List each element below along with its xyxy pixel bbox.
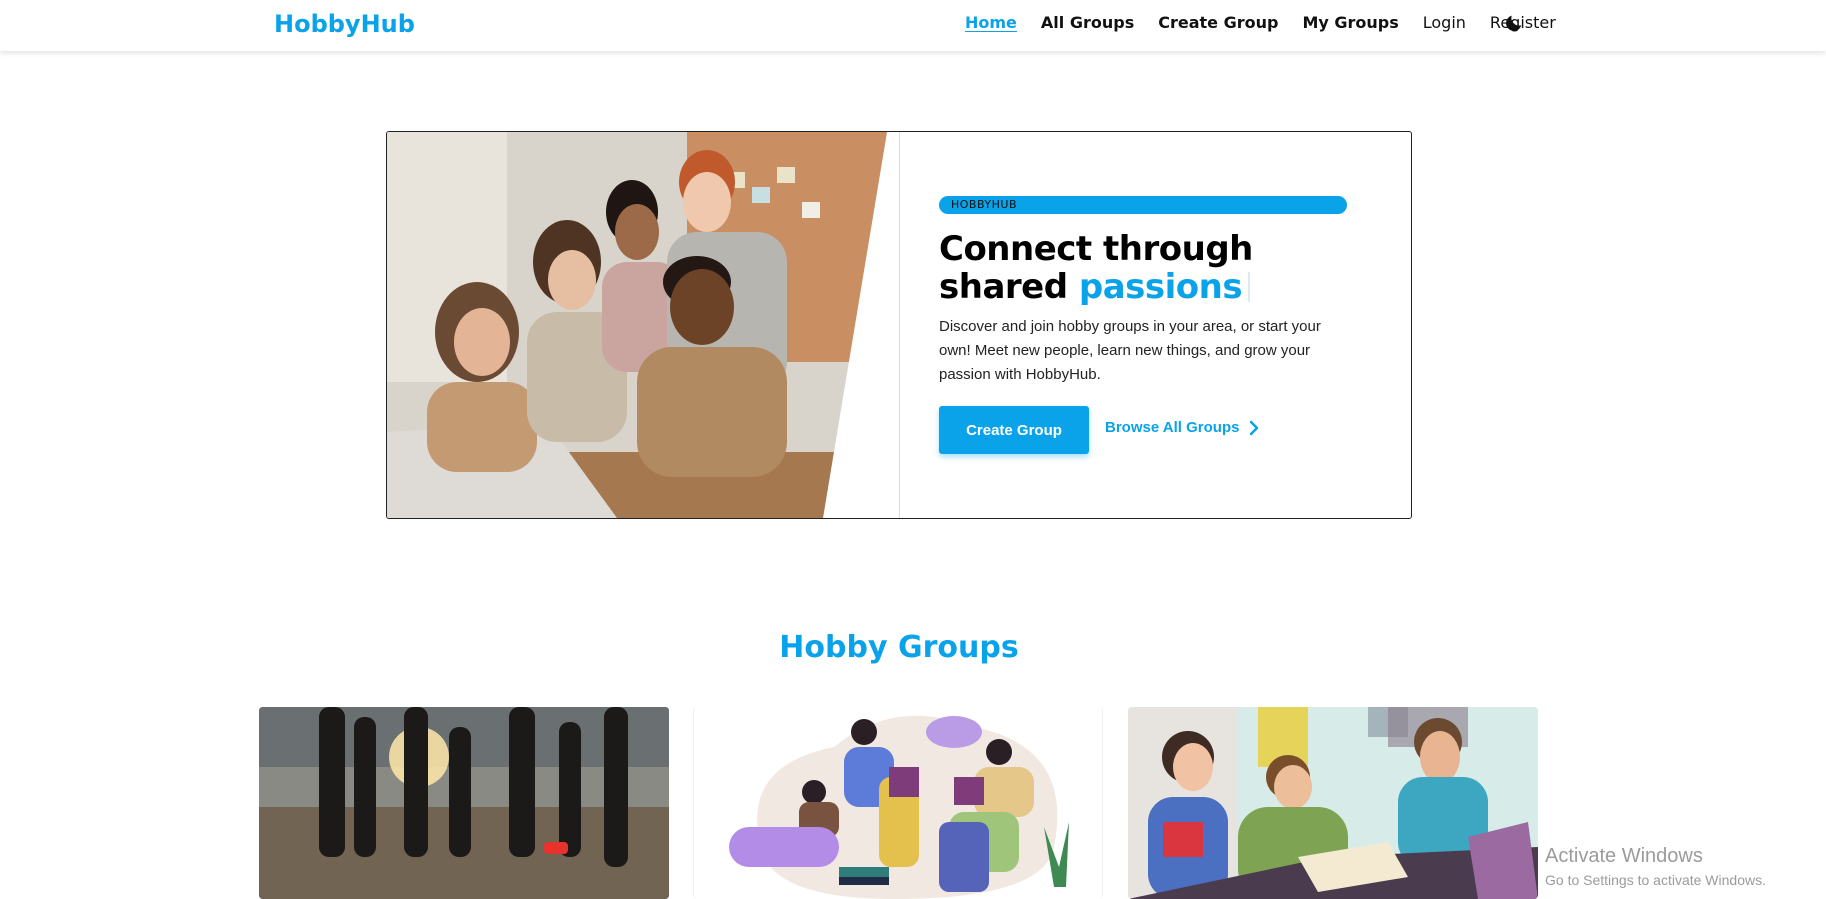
group-card[interactable] [1128, 707, 1538, 899]
nav-home[interactable]: Home [965, 13, 1017, 32]
nav-all-groups[interactable]: All Groups [1041, 13, 1134, 32]
nav-create-group[interactable]: Create Group [1158, 13, 1278, 32]
navbar: HobbyHub Home All Groups Create Group My… [0, 0, 1826, 51]
moon-icon[interactable] [1503, 12, 1525, 34]
browse-all-groups-link[interactable]: Browse All Groups [1105, 419, 1259, 436]
main-nav: Home All Groups Create Group My Groups L… [965, 13, 1580, 32]
hero-description: Discover and join hobby groups in your a… [939, 318, 1321, 383]
brand-logo[interactable]: HobbyHub [274, 10, 415, 38]
nav-my-groups[interactable]: My Groups [1302, 13, 1398, 32]
headline-line1: Connect through [939, 229, 1253, 269]
book-club-illustration [694, 707, 1102, 899]
headline-line2-prefix: shared [939, 267, 1079, 307]
typing-caret [1248, 272, 1251, 302]
runners-photo [259, 707, 669, 899]
windows-activation-watermark: Activate Windows Go to Settings to activ… [1545, 845, 1766, 888]
group-card[interactable] [259, 707, 669, 899]
nav-login[interactable]: Login [1423, 13, 1466, 32]
study-group-illustration [1128, 707, 1538, 899]
hero-headline: Connect through shared passions [939, 230, 1253, 306]
headline-accent: passions [1078, 267, 1243, 307]
browse-link-label: Browse All Groups [1105, 419, 1240, 436]
create-group-button[interactable]: Create Group [939, 406, 1089, 454]
hero-card: HOBBYHUB Connect through shared passions… [386, 131, 1412, 519]
group-card[interactable] [693, 707, 1103, 899]
chevron-right-icon [1250, 420, 1259, 435]
hero-badge: HOBBYHUB [939, 196, 1347, 214]
hero-image [387, 132, 887, 518]
section-title: Hobby Groups [779, 630, 1019, 665]
watermark-subtitle: Go to Settings to activate Windows. [1545, 872, 1766, 888]
hero-divider [899, 132, 900, 518]
watermark-title: Activate Windows [1545, 845, 1703, 867]
